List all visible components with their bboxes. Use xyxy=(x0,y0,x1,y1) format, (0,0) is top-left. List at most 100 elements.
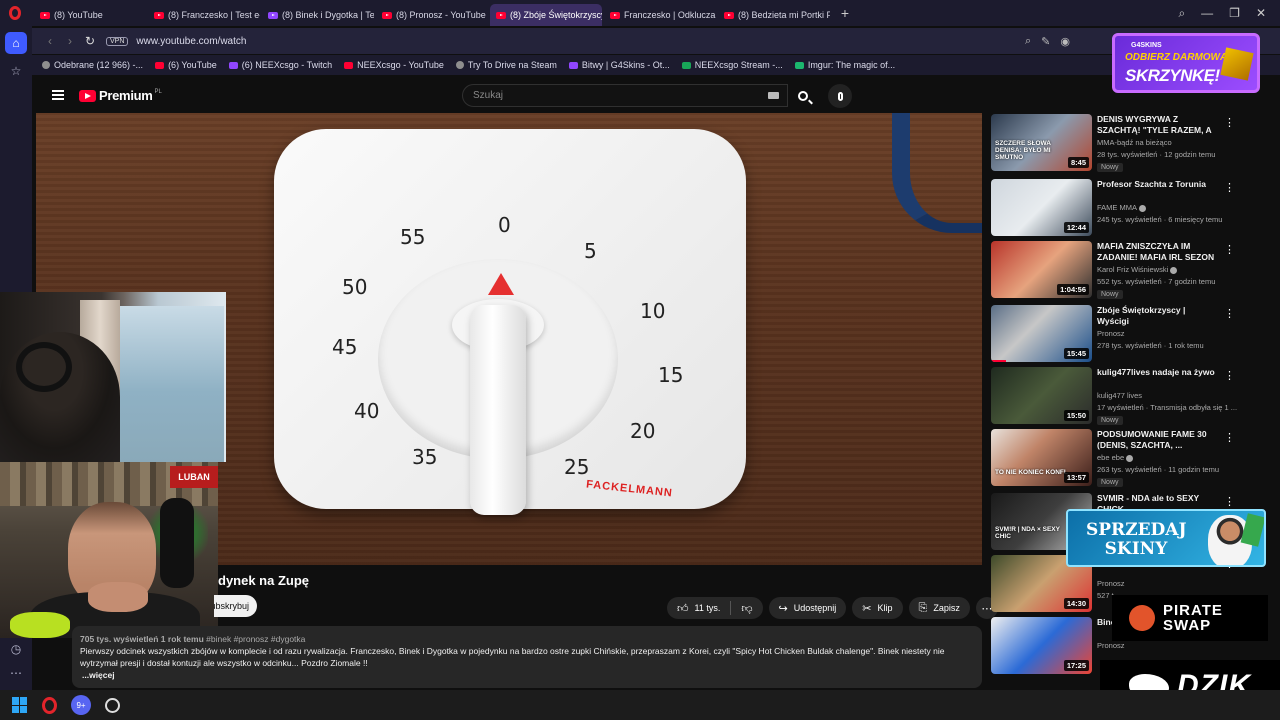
video-thumbnail[interactable]: 1:04:56 xyxy=(991,241,1092,298)
browser-tab[interactable]: (8) Bedzieta mi Portki Prać xyxy=(718,4,830,26)
show-more-link[interactable]: ...więcej xyxy=(82,669,974,681)
save-button[interactable]: ⎘ Zapisz xyxy=(908,597,970,619)
g4skins-ad[interactable]: G4SKINS ODBIERZ DARMOWĄ SKRZYNKĘ! xyxy=(1112,33,1260,93)
channel-name[interactable]: kulig477 lives xyxy=(1097,391,1142,400)
video-meta: 552 tys. wyświetleń · 7 godzin temu xyxy=(1097,277,1216,286)
more-options-icon[interactable]: ⋮ xyxy=(1224,431,1235,444)
search-page-icon[interactable]: ⌕ xyxy=(1025,35,1031,48)
bookmark-item[interactable]: NEEXcsgo - YouTube xyxy=(344,60,444,70)
more-icon[interactable]: ⋯ xyxy=(10,666,22,680)
edit-icon[interactable]: ✎ xyxy=(1041,35,1050,48)
opera-taskbar-icon[interactable] xyxy=(42,696,57,714)
bookmark-item[interactable]: Odebrane (12 966) -... xyxy=(42,60,143,70)
bookmark-item[interactable]: NEEXcsgo Stream -... xyxy=(681,60,783,70)
pirate-swap-ad[interactable]: PIRATE SWAP xyxy=(1112,595,1268,641)
like-button[interactable]: 👍︎ 11 tys. xyxy=(667,597,730,619)
recommendation-title[interactable]: Zbóje Świętokrzyscy | Wyścigi xyxy=(1097,305,1219,327)
recommendation-item[interactable]: TO NIE KONIEC KONFL 13:57 PODSUMOWANIE FAM… xyxy=(991,429,1271,489)
youtube-logo[interactable]: Premium PL xyxy=(79,88,162,103)
thumbnail-caption: SVM!R | NDA × SEXY CHIC xyxy=(995,526,1060,540)
opera-menu-icon[interactable] xyxy=(0,0,30,26)
recommendation-title[interactable]: kulig477lives nadaje na żywo xyxy=(1097,367,1219,378)
sell-skins-ad[interactable]: SPRZEDAJ SKINY xyxy=(1066,509,1266,567)
video-duration: 1:04:56 xyxy=(1057,284,1089,295)
browser-tab[interactable]: (8) Pronosz - YouTube xyxy=(376,4,488,26)
recommendation-title[interactable]: MAFIA ZNISZCZYŁA IM ZADANIE! MAFIA IRL S… xyxy=(1097,241,1219,263)
window-controls: ⌕ — ❐ ✕ xyxy=(1178,0,1280,26)
dial-number: 55 xyxy=(400,225,426,249)
video-description[interactable]: 705 tys. wyświetleń 1 rok temu #binek #p… xyxy=(72,626,982,688)
tab-search-icon[interactable]: ⌕ xyxy=(1178,6,1185,21)
video-thumbnail[interactable]: 15:45 xyxy=(991,305,1092,362)
tab-label: Franczesko | Odkluczamy xyxy=(624,10,716,20)
dislike-button[interactable]: 👎︎ xyxy=(731,597,762,619)
recommendation-item[interactable]: 15:50 kulig477lives nadaje na żywo kulig47… xyxy=(991,367,1271,427)
menu-icon[interactable] xyxy=(52,90,64,100)
recommendation-title[interactable]: DENIS WYGRYWA Z SZACHTĄ! "TYLE RAZEM, A … xyxy=(1097,114,1219,136)
maximize-button[interactable]: ❐ xyxy=(1229,6,1240,20)
vpn-badge[interactable]: VPN xyxy=(106,36,129,46)
channel-name[interactable]: Pronosz xyxy=(1097,329,1125,338)
bookmark-item[interactable]: Try To Drive na Steam xyxy=(455,60,557,70)
camera-icon[interactable]: ◉ xyxy=(1060,35,1070,48)
channel-label: kulig477 lives xyxy=(1097,391,1143,400)
video-thumbnail[interactable]: TO NIE KONIEC KONFL 13:57 xyxy=(991,429,1092,486)
url-field[interactable]: www.youtube.com/watch xyxy=(136,36,246,47)
bookmark-item[interactable]: (6) YouTube xyxy=(155,60,217,70)
clip-button[interactable]: ✂ Klip xyxy=(852,597,903,619)
browser-tab[interactable]: (8) Franczesko | Test e-papierosów xyxy=(148,4,260,26)
share-button[interactable]: ↪ Udostępnij xyxy=(768,597,847,619)
home-icon[interactable]: ⌂ xyxy=(5,32,27,54)
back-arrow-icon[interactable]: ‹ xyxy=(40,34,60,48)
channel-name[interactable]: MMA-bądź na bieżąco xyxy=(1097,138,1172,147)
new-tab-button[interactable]: + xyxy=(836,4,854,22)
channel-name[interactable]: ebe ebe xyxy=(1097,453,1134,462)
browser-tab[interactable]: (8) Zbóje Świętokrzyscy | Wyścigi xyxy=(490,4,602,26)
bookmark-label: Bitwy | G4Skins - Ot... xyxy=(581,60,670,70)
star-icon[interactable]: ☆ xyxy=(5,60,27,82)
more-options-icon[interactable]: ⋮ xyxy=(1224,307,1235,320)
recommendation-item[interactable]: 1:04:56 MAFIA ZNISZCZYŁA IM ZADANIE! MAFI… xyxy=(991,241,1271,301)
history-icon[interactable]: ◷ xyxy=(11,642,21,656)
video-thumbnail[interactable]: 15:50 xyxy=(991,367,1092,424)
search-button[interactable] xyxy=(788,84,818,107)
bookmark-item[interactable]: (6) NEEXcsgo - Twitch xyxy=(228,60,332,70)
subscribe-button[interactable]: Subskrybuj xyxy=(214,595,257,617)
more-options-icon[interactable]: ⋮ xyxy=(1224,181,1235,194)
video-thumbnail[interactable]: 12:44 xyxy=(991,179,1092,236)
browser-tab[interactable]: Franczesko | Odkluczamy xyxy=(604,4,716,26)
webcam-overlay-top xyxy=(0,292,226,462)
video-thumbnail[interactable]: SZCZERE SŁOWA DENISA: BYŁO MI SMUTNO 8:45 xyxy=(991,114,1092,171)
close-button[interactable]: ✕ xyxy=(1256,6,1266,20)
more-options-icon[interactable]: ⋮ xyxy=(1224,495,1235,508)
windows-start-icon[interactable] xyxy=(12,697,28,713)
recommendation-item[interactable]: SZCZERE SŁOWA DENISA: BYŁO MI SMUTNO 8:45… xyxy=(991,114,1271,174)
minimize-button[interactable]: — xyxy=(1201,6,1213,20)
more-options-icon[interactable]: ⋮ xyxy=(1224,369,1235,382)
browser-tab[interactable]: (8) Binek i Dygotka | Test xyxy=(262,4,374,26)
recommendation-title[interactable]: PODSUMOWANIE FAME 30 (DENIS, SZACHTA, ..… xyxy=(1097,429,1219,451)
bookmark-item[interactable]: Bitwy | G4Skins - Ot... xyxy=(568,60,670,70)
steam-taskbar-icon[interactable] xyxy=(105,697,120,713)
recommendation-item[interactable]: 15:45 Zbóje Świętokrzyscy | Wyścigi Pronos… xyxy=(991,305,1271,365)
video-thumbnail[interactable]: 17:25 xyxy=(991,617,1092,674)
recommendation-title[interactable]: Profesor Szachta z Torunia xyxy=(1097,179,1219,190)
more-options-icon[interactable]: ⋮ xyxy=(1224,116,1235,129)
browser-tab[interactable]: (8) YouTube xyxy=(34,4,146,26)
voice-search-button[interactable] xyxy=(828,84,852,108)
channel-name[interactable]: FAME MMA xyxy=(1097,203,1147,212)
search-input[interactable]: Szukaj xyxy=(462,84,788,107)
discord-taskbar-icon[interactable]: 9+ xyxy=(71,695,91,715)
keyboard-icon[interactable] xyxy=(768,92,779,99)
channel-name[interactable]: Karol Friz Wiśniewski xyxy=(1097,265,1178,274)
bookmark-item[interactable]: Imgur: The magic of... xyxy=(794,60,895,70)
thumbs-up-icon: 👍︎ xyxy=(677,602,689,615)
new-badge: Nowy xyxy=(1097,163,1123,172)
forward-arrow-icon[interactable]: › xyxy=(60,34,80,48)
hashtags[interactable]: #binek #pronosz #dygotka xyxy=(206,634,305,644)
reload-icon[interactable]: ↻ xyxy=(80,34,100,48)
recommendation-item[interactable]: 12:44 Profesor Szachta z Torunia FAME MMA 2… xyxy=(991,179,1271,239)
more-options-icon[interactable]: ⋮ xyxy=(1224,243,1235,256)
channel-name[interactable]: Pronosz xyxy=(1097,579,1125,588)
channel-name[interactable]: Pronosz xyxy=(1097,641,1125,650)
